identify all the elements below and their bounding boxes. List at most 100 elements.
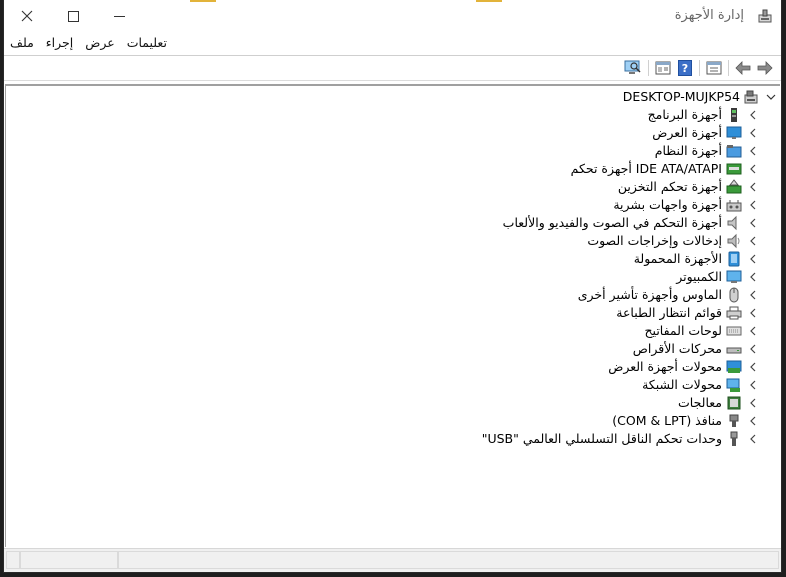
chevron-right-icon[interactable] bbox=[746, 160, 760, 178]
system-device-icon bbox=[726, 145, 742, 158]
chevron-right-icon[interactable] bbox=[746, 142, 760, 160]
toolbar-separator bbox=[648, 60, 649, 76]
tree-item[interactable]: محولات أجهزة العرض bbox=[6, 358, 780, 376]
chevron-right-icon[interactable] bbox=[746, 268, 760, 286]
scan-hardware-button[interactable] bbox=[623, 59, 643, 77]
tree-item-label: IDE ATA/ATAPI أجهزة تحكم bbox=[570, 161, 722, 176]
tree-item[interactable]: أجهزة البرنامج bbox=[6, 106, 780, 124]
tree-item-label: معالجات bbox=[678, 395, 722, 410]
close-button[interactable] bbox=[4, 0, 50, 32]
tree-item[interactable]: أجهزة تحكم التخزين bbox=[6, 178, 780, 196]
properties-icon bbox=[706, 61, 722, 75]
tree-item[interactable]: IDE ATA/ATAPI أجهزة تحكم bbox=[6, 160, 780, 178]
chevron-right-icon[interactable] bbox=[746, 232, 760, 250]
tree-item[interactable]: قوائم انتظار الطباعة bbox=[6, 304, 780, 322]
chevron-right-icon[interactable] bbox=[746, 214, 760, 232]
menu-action[interactable]: إجراء bbox=[40, 32, 79, 54]
tree-item[interactable]: أجهزة النظام bbox=[6, 142, 780, 160]
tree-item-label: أجهزة التحكم في الصوت والفيديو والألعاب bbox=[502, 215, 722, 230]
status-pane-left bbox=[6, 551, 20, 569]
tree-item-label: محولات أجهزة العرض bbox=[608, 359, 722, 374]
device-manager-window: إدارة الأجهزة ملف إجراء عرض تعليمات ? DE… bbox=[3, 0, 782, 573]
back-icon bbox=[735, 61, 751, 75]
storage-controller-icon bbox=[726, 179, 742, 194]
chevron-right-icon[interactable] bbox=[746, 412, 760, 430]
software-device-icon bbox=[731, 108, 737, 122]
properties-button[interactable] bbox=[704, 59, 724, 77]
tree-item-label: إدخالات وإخراجات الصوت bbox=[587, 233, 722, 248]
tree-item[interactable]: وحدات تحكم الناقل التسلسلي العالمي "USB" bbox=[6, 430, 780, 448]
port-icon bbox=[729, 414, 739, 427]
help-icon: ? bbox=[678, 60, 692, 76]
maximize-button[interactable] bbox=[50, 0, 96, 32]
chevron-right-icon[interactable] bbox=[746, 322, 760, 340]
menu-help[interactable]: تعليمات bbox=[121, 32, 173, 54]
hid-icon bbox=[726, 200, 742, 212]
tree-item[interactable]: الماوس وأجهزة تأشير أخرى bbox=[6, 286, 780, 304]
tree-item-label: أجهزة تحكم التخزين bbox=[617, 179, 722, 194]
tree-item-label: محولات الشبكة bbox=[642, 377, 722, 392]
tree-item[interactable]: أجهزة العرض bbox=[6, 124, 780, 142]
close-icon bbox=[21, 10, 33, 22]
tree-item-label: الأجهزة المحمولة bbox=[633, 251, 722, 266]
mouse-icon bbox=[729, 287, 739, 303]
chevron-right-icon[interactable] bbox=[746, 106, 760, 124]
back-button[interactable] bbox=[733, 59, 753, 77]
tree-item[interactable]: أجهزة التحكم في الصوت والفيديو والألعاب bbox=[6, 214, 780, 232]
menu-view[interactable]: عرض bbox=[79, 32, 120, 54]
chevron-right-icon[interactable] bbox=[746, 286, 760, 304]
menu-file[interactable]: ملف bbox=[4, 32, 40, 54]
tree-item-label: الماوس وأجهزة تأشير أخرى bbox=[577, 287, 722, 302]
tree-item-label: وحدات تحكم الناقل التسلسلي العالمي "USB" bbox=[481, 431, 722, 446]
chevron-right-icon[interactable] bbox=[746, 196, 760, 214]
minimize-button[interactable] bbox=[96, 0, 142, 32]
tree-item[interactable]: منافذ (COM & LPT) bbox=[6, 412, 780, 430]
chevron-right-icon[interactable] bbox=[746, 124, 760, 142]
tree-item-label: محركات الأقراص bbox=[632, 341, 722, 356]
window-title: إدارة الأجهزة bbox=[674, 8, 744, 23]
show-hide-tree-button[interactable] bbox=[653, 59, 673, 77]
keyboard-icon bbox=[726, 326, 742, 336]
tree-root[interactable]: DESKTOP-MUJKP54 bbox=[6, 88, 780, 106]
tree-item[interactable]: الأجهزة المحمولة bbox=[6, 250, 780, 268]
tree-item-label: قوائم انتظار الطباعة bbox=[616, 305, 722, 320]
tree-item-label: منافذ (COM & LPT) bbox=[612, 413, 722, 428]
forward-button[interactable] bbox=[755, 59, 775, 77]
help-button[interactable]: ? bbox=[675, 59, 695, 77]
tree-item[interactable]: معالجات bbox=[6, 394, 780, 412]
tree-root-label: DESKTOP-MUJKP54 bbox=[622, 89, 740, 104]
computer-host-icon bbox=[744, 90, 758, 104]
tree-item[interactable]: محركات الأقراص bbox=[6, 340, 780, 358]
chevron-right-icon[interactable] bbox=[746, 250, 760, 268]
processor-icon bbox=[727, 396, 741, 410]
chevron-right-icon[interactable] bbox=[746, 376, 760, 394]
device-manager-icon bbox=[758, 9, 772, 23]
printer-icon bbox=[726, 306, 742, 320]
title-accent-left bbox=[190, 0, 216, 2]
tree-item-label: أجهزة البرنامج bbox=[647, 107, 722, 122]
chevron-right-icon[interactable] bbox=[746, 430, 760, 448]
chevron-right-icon[interactable] bbox=[746, 178, 760, 196]
title-accent-right bbox=[476, 0, 502, 2]
tree-item[interactable]: إدخالات وإخراجات الصوت bbox=[6, 232, 780, 250]
speaker-icon bbox=[727, 233, 740, 249]
tree-item[interactable]: محولات الشبكة bbox=[6, 376, 780, 394]
sound-icon bbox=[727, 215, 737, 231]
disk-drive-icon bbox=[726, 347, 742, 354]
toolbar-separator bbox=[728, 60, 729, 76]
toolbar: ? bbox=[4, 55, 781, 81]
chevron-right-icon[interactable] bbox=[746, 358, 760, 376]
ide-controller-icon bbox=[726, 163, 742, 175]
chevron-right-icon[interactable] bbox=[746, 394, 760, 412]
show-hide-tree-icon bbox=[655, 61, 671, 75]
tree-item-label: لوحات المفاتيح bbox=[644, 323, 722, 338]
minimize-icon bbox=[113, 15, 125, 17]
tree-item[interactable]: الكمبيوتر bbox=[6, 268, 780, 286]
tree-item[interactable]: لوحات المفاتيح bbox=[6, 322, 780, 340]
chevron-right-icon[interactable] bbox=[746, 304, 760, 322]
device-tree: DESKTOP-MUJKP54 أجهزة البرنامج أجهزة العر… bbox=[5, 84, 780, 547]
tree-item[interactable]: أجهزة واجهات بشرية bbox=[6, 196, 780, 214]
chevron-right-icon[interactable] bbox=[746, 340, 760, 358]
chevron-down-icon[interactable] bbox=[764, 88, 778, 106]
computer-icon bbox=[726, 270, 742, 283]
